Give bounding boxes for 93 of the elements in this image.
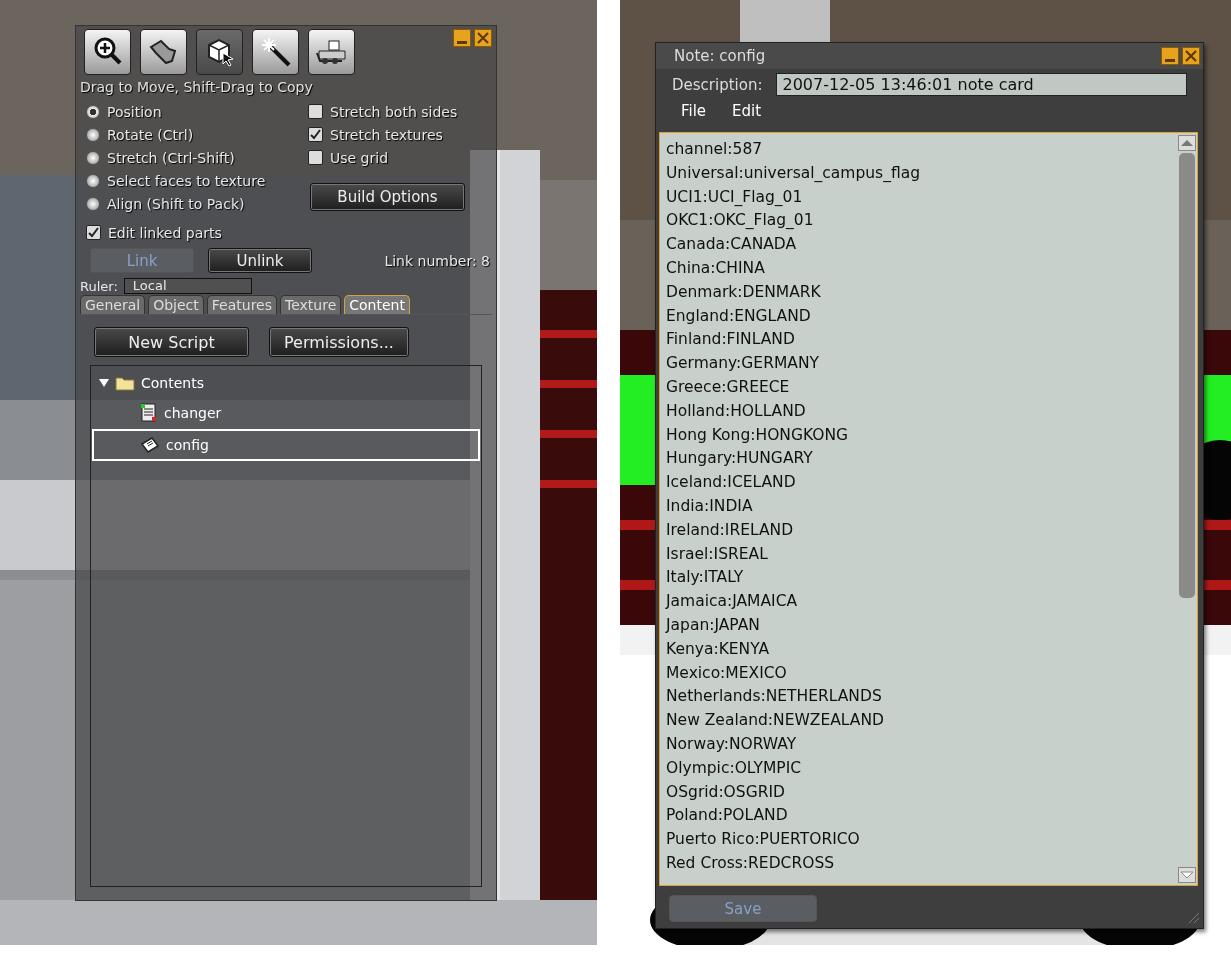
text-line: Holland:HOLLAND [666,400,807,422]
folder-icon [115,375,135,391]
tab[interactable]: General [80,295,146,314]
window-title: Note: config [674,47,766,65]
wand-tool-button[interactable] [252,29,299,75]
close-button[interactable] [1182,47,1200,65]
text-line: Norway:NORWAY [666,733,798,755]
close-icon [1185,50,1197,62]
text-line: Hungary:HUNGARY [666,448,814,470]
text-line: Poland:POLAND [666,805,789,827]
text-line: Finland:FINLAND [666,329,796,351]
radio-label: Align (Shift to Pack) [107,195,245,212]
text-line: Universal:universal_campus_flag [666,162,922,184]
text-line: Japan:JAPAN [666,614,761,636]
scrollbar-thumb[interactable] [1179,153,1195,598]
scroll-down-icon[interactable] [1178,867,1196,883]
text-line: Germany:GERMANY [666,353,820,375]
scrollbar[interactable] [1177,133,1197,885]
tree-item[interactable]: changer [92,397,480,429]
text-line: Hong Kong:HONGKONG [666,424,850,446]
resize-grip-icon[interactable] [1186,910,1200,924]
text-line: Jamaica:JAMAICA [666,591,799,613]
ruler-dropdown[interactable]: Local [123,278,252,294]
checkbox-label: Use grid [330,149,389,166]
radio-button[interactable] [86,150,100,165]
text-line: China:CHINA [666,258,766,279]
scroll-up-icon[interactable] [1178,135,1196,151]
radio-label: Rotate (Ctrl) [107,126,194,143]
menu-item[interactable]: Edit [732,102,762,128]
text-line: England:ENGLAND [666,305,812,327]
text-line: India:INDIA [666,495,754,517]
link-number-text: Link number: 8 [384,252,490,269]
checkbox-label: Stretch textures [330,126,443,143]
text-line: Italy:ITALY [666,567,745,589]
minimize-button[interactable] [1161,47,1179,65]
text-line: Mexico:MEXICO [666,662,788,684]
text-line: Israel:ISREAL [666,543,769,565]
build-options-button[interactable]: Build Options [310,183,465,211]
new-script-button[interactable]: New Script [94,327,249,357]
close-icon [477,32,489,44]
radio-label: Select faces to texture [107,172,266,189]
text-line: Puerto Rico:PUERTORICO [666,829,861,851]
text-line: Greece:GREECE [666,376,791,398]
hint-text: Drag to Move, Shift-Drag to Copy [80,79,314,95]
radio-button[interactable] [86,196,100,211]
cube-cursor-tool-button[interactable] [196,29,243,75]
text-line: Ireland:IRELAND [666,519,795,541]
bulldozer-tool-button[interactable] [308,29,355,75]
checkbox[interactable] [308,104,323,119]
description-field[interactable]: 2007-12-05 13:46:01 note card [776,73,1187,96]
text-line: UCI1:UCI_Flag_01 [666,186,804,208]
menu-item[interactable]: File [681,102,707,128]
text-line: Olympic:OLYMPIC [666,757,803,779]
text-line: Kenya:KENYA [666,638,771,660]
hand-tool-button[interactable] [140,29,187,75]
checkbox-label: Stretch both sides [330,103,458,120]
radio-button[interactable] [86,127,100,142]
tab[interactable]: Object [148,295,204,314]
tab[interactable]: Texture [280,295,342,314]
unlink-button[interactable]: Unlink [208,248,312,273]
tab[interactable]: Content [344,295,410,314]
text-line: Iceland:ICELAND [666,472,797,494]
minimize-button[interactable] [453,29,471,47]
tree-item[interactable]: config [92,429,480,461]
description-label: Description: [672,75,763,94]
text-line: New Zealand:NEWZEALAND [666,710,885,732]
checkbox[interactable] [86,225,101,240]
close-button[interactable] [474,29,492,47]
checkbox[interactable] [308,150,323,165]
text-line: Denmark:DENMARK [666,281,822,303]
text-line: Netherlands:NETHERLANDS [666,686,883,708]
zoom-tool-button[interactable] [84,29,131,75]
radio-button[interactable] [86,173,100,188]
text-line: Red Cross:REDCROSS [666,852,836,874]
notecard-text-area[interactable] [659,132,1198,886]
permissions-button[interactable]: Permissions... [269,327,409,357]
text-line: channel:587 [666,139,764,160]
checkbox[interactable] [308,127,323,142]
checkbox-label: Edit linked parts [108,224,222,241]
radio-label: Position [107,103,162,120]
text-line: OKC1:OKC_Flag_01 [666,210,815,232]
ruler-label: Ruler: [80,279,118,294]
minimize-icon [457,40,467,44]
radio-button[interactable] [86,104,100,119]
text-line: OSgrid:OSGRID [666,781,786,803]
notecard-icon [140,436,160,454]
script-icon [140,403,158,423]
radio-label: Stretch (Ctrl-Shift) [107,149,235,166]
expand-arrow-icon[interactable] [99,379,109,387]
minimize-icon [1165,58,1175,62]
tree-item[interactable]: Contents [141,375,204,391]
text-line: Canada:CANADA [666,234,798,256]
tab[interactable]: Features [206,295,277,314]
